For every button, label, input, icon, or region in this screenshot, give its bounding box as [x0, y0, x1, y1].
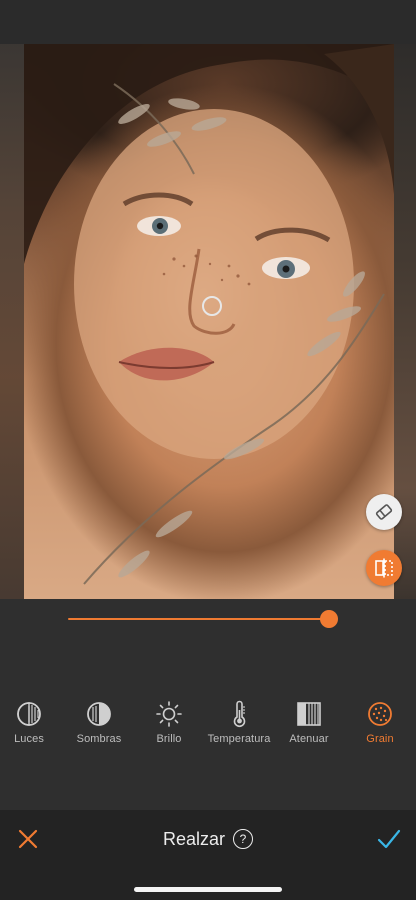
photo-blur-edge-left: [0, 44, 24, 599]
screen-title: Realzar?: [0, 828, 416, 850]
compare-button[interactable]: [366, 550, 402, 586]
compare-split-icon: [375, 558, 393, 578]
tool-label: Grain: [366, 733, 394, 745]
tool-temperatura[interactable]: Temperatura: [204, 700, 274, 745]
tool-label: Brillo: [156, 733, 182, 745]
sombras-icon: [87, 702, 111, 726]
photo-illustration: [24, 44, 394, 585]
tool-label: Atenuar: [289, 733, 329, 745]
adjustment-toolbar: Luces Sombras Brillo Temperatura Atenuar…: [0, 700, 416, 760]
tool-atenuar[interactable]: Atenuar: [274, 700, 344, 745]
luces-icon: [17, 702, 41, 726]
slider-track: [68, 618, 329, 620]
tool-sombras[interactable]: Sombras: [64, 700, 134, 745]
tool-luces[interactable]: Luces: [0, 700, 64, 745]
top-bar: [0, 0, 416, 44]
sun-icon: [156, 701, 182, 727]
grain-icon: [368, 702, 392, 726]
home-indicator: [134, 887, 282, 892]
screen-title-text: Realzar: [162, 828, 226, 849]
intensity-slider[interactable]: [68, 609, 348, 629]
eraser-icon: [375, 504, 393, 520]
tool-label: Temperatura: [207, 733, 271, 745]
help-icon[interactable]: ?: [233, 829, 254, 850]
tool-grain[interactable]: Grain: [345, 700, 415, 745]
eraser-button[interactable]: [366, 494, 402, 530]
atenuar-icon: [297, 702, 321, 726]
edited-photo[interactable]: [24, 44, 394, 599]
photo-canvas[interactable]: [0, 44, 416, 599]
bottom-bar: Realzar?: [0, 810, 416, 900]
tool-label: Luces: [14, 733, 44, 745]
thermometer-icon: [233, 700, 246, 728]
confirm-button[interactable]: [376, 827, 402, 851]
tool-brillo[interactable]: Brillo: [134, 700, 204, 745]
slider-thumb[interactable]: [320, 610, 338, 628]
checkmark-icon: [377, 829, 401, 849]
tool-label: Sombras: [76, 733, 122, 745]
